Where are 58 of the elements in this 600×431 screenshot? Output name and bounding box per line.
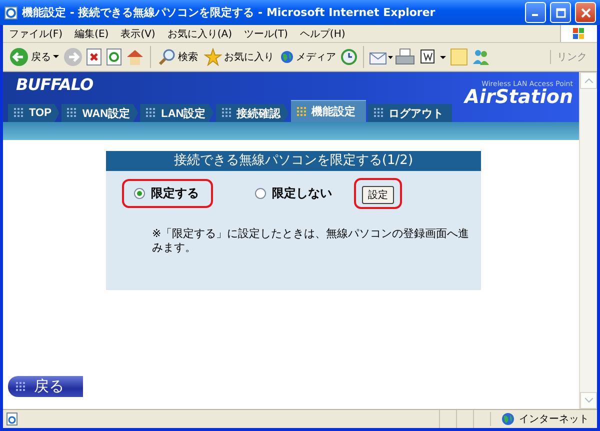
window-title: 機能設定 - 接続できる無線パソコンを限定する - Microsoft Internet Explorer [22, 5, 436, 20]
close-icon [580, 8, 590, 18]
minimize-button[interactable] [525, 2, 546, 23]
home-icon[interactable] [125, 47, 145, 67]
menu-item[interactable]: 編集(E) [68, 26, 115, 40]
dots-icon [14, 108, 24, 118]
scroll-up-icon [584, 78, 592, 83]
menu-item[interactable]: 表示(V) [114, 26, 162, 40]
scrollbar[interactable] [579, 72, 597, 409]
dots-icon [222, 108, 232, 118]
dots-icon [146, 108, 156, 118]
menu-item[interactable]: ファイル(F) [3, 26, 69, 40]
nav-tab[interactable]: ログアウト [368, 104, 452, 122]
menu-item[interactable]: お気に入り(A) [161, 26, 238, 40]
dots-icon [296, 106, 307, 116]
dots-icon [67, 108, 78, 118]
product-name: AirStation [464, 88, 573, 107]
site-logo: BUFFALO [15, 74, 94, 94]
scroll-down-icon [584, 398, 592, 403]
set-button[interactable]: 設定 [362, 186, 394, 204]
radio-button[interactable] [255, 188, 266, 199]
stop-icon[interactable] [85, 47, 103, 67]
browser-icon [4, 6, 18, 20]
refresh-icon[interactable] [105, 47, 123, 67]
globe-icon [280, 50, 294, 64]
search-icon [158, 48, 176, 66]
maximize-button[interactable] [550, 2, 571, 23]
maximize-icon [556, 8, 566, 18]
nav-tab[interactable]: 機能設定 [290, 100, 366, 122]
menu-item[interactable]: ヘルプ(H) [294, 26, 352, 40]
panel-title: 接続できる無線パソコンを限定する(1/2) [106, 151, 481, 171]
search-button[interactable]: 検索 [156, 46, 200, 68]
zone-label: インターネット [519, 413, 589, 426]
star-icon [204, 48, 222, 66]
globe-icon [501, 412, 515, 426]
dots-icon [374, 108, 384, 118]
radio-option[interactable]: 限定しない [243, 179, 346, 208]
favorites-button[interactable]: お気に入り [202, 46, 276, 68]
back-button[interactable]: 戻る [7, 45, 61, 69]
nav-tab[interactable]: 接続確認 [216, 104, 289, 122]
menu-item[interactable]: ツール(T) [238, 26, 294, 40]
people-icon[interactable] [471, 48, 491, 66]
caret-icon [53, 55, 59, 59]
close-button[interactable] [575, 2, 596, 23]
media-button[interactable]: メディア [278, 48, 338, 66]
nav-tab[interactable]: TOP [8, 104, 60, 122]
windows-logo [560, 25, 597, 42]
printer-icon[interactable] [395, 48, 415, 66]
nav-tab[interactable]: LAN設定 [140, 104, 214, 122]
back-page-button[interactable]: 戻る [8, 376, 83, 397]
option-label: 限定する [151, 185, 199, 202]
radio-option[interactable]: 限定する [122, 179, 213, 208]
nav-tab[interactable]: WAN設定 [61, 104, 138, 122]
note-text: ※「限定する」に設定したときは、無線パソコンの登録画面へ進みます。 [151, 226, 470, 256]
radio-button[interactable] [134, 188, 145, 199]
option-label: 限定しない [272, 185, 332, 202]
history-icon[interactable] [340, 48, 358, 66]
dots-icon [16, 382, 26, 392]
